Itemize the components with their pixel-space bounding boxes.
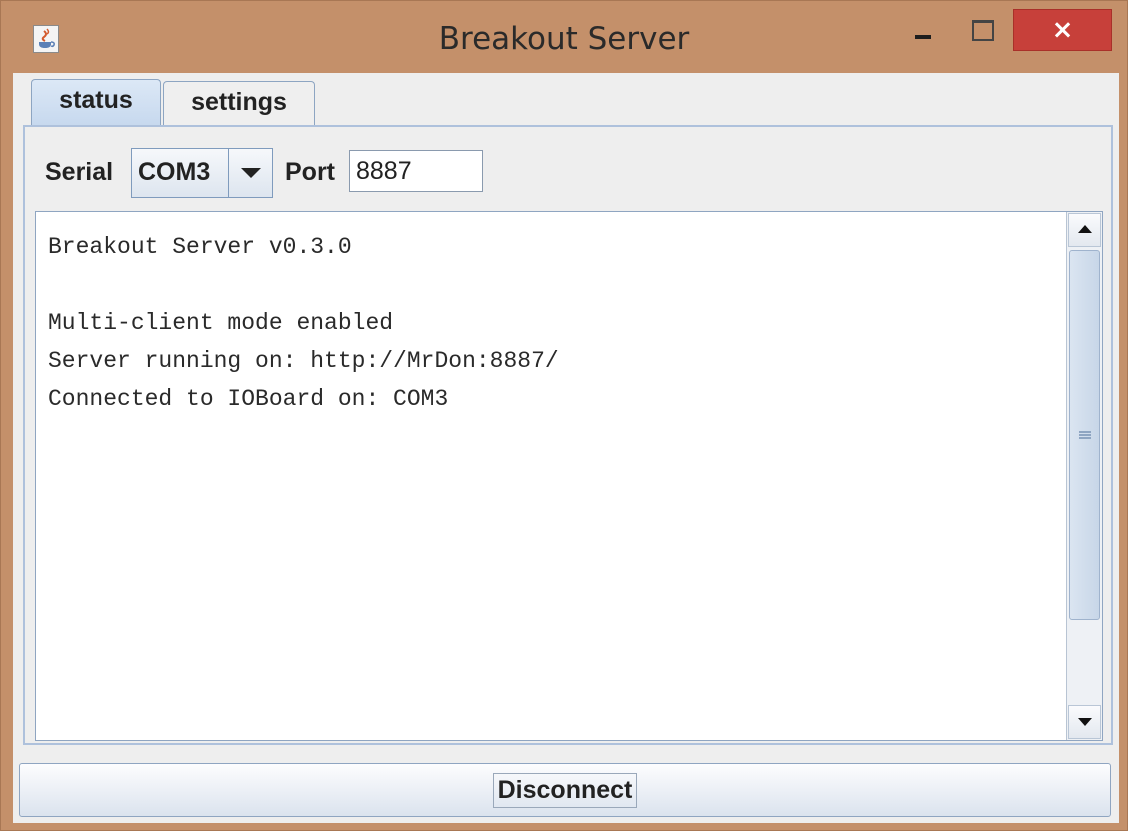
scroll-down-icon[interactable] [1068, 705, 1101, 739]
status-log[interactable]: Breakout Server v0.3.0 Multi-client mode… [35, 211, 1103, 741]
serial-label: Serial [45, 158, 114, 186]
scroll-up-icon[interactable] [1068, 213, 1101, 247]
log-text: Breakout Server v0.3.0 Multi-client mode… [48, 234, 559, 412]
tab-bar: status settings [13, 73, 1119, 127]
disconnect-label: Disconnect [492, 772, 638, 808]
connection-settings-row: Serial COM3 Port [25, 127, 1111, 211]
disconnect-button[interactable]: Disconnect [19, 763, 1111, 817]
close-icon: × [1051, 15, 1074, 45]
port-input[interactable] [349, 150, 483, 192]
app-window: Breakout Server × status settings Serial… [0, 0, 1128, 831]
grip-icon [1079, 431, 1091, 439]
chevron-down-icon[interactable] [228, 149, 272, 197]
serial-port-dropdown[interactable]: COM3 [131, 148, 273, 198]
window-content: status settings Serial COM3 Port Breakou… [13, 73, 1119, 823]
port-label: Port [285, 158, 335, 186]
serial-port-value: COM3 [138, 158, 211, 186]
scrollbar-thumb[interactable] [1069, 250, 1100, 620]
title-bar[interactable]: Breakout Server × [1, 1, 1127, 73]
maximize-icon[interactable] [956, 9, 1008, 51]
tab-status[interactable]: status [31, 79, 161, 127]
minimize-icon[interactable] [899, 9, 951, 51]
tab-settings[interactable]: settings [163, 81, 315, 125]
status-panel: Serial COM3 Port Breakout Server v0.3.0 … [23, 125, 1113, 745]
close-button[interactable]: × [1013, 9, 1112, 51]
vertical-scrollbar[interactable] [1066, 212, 1102, 740]
